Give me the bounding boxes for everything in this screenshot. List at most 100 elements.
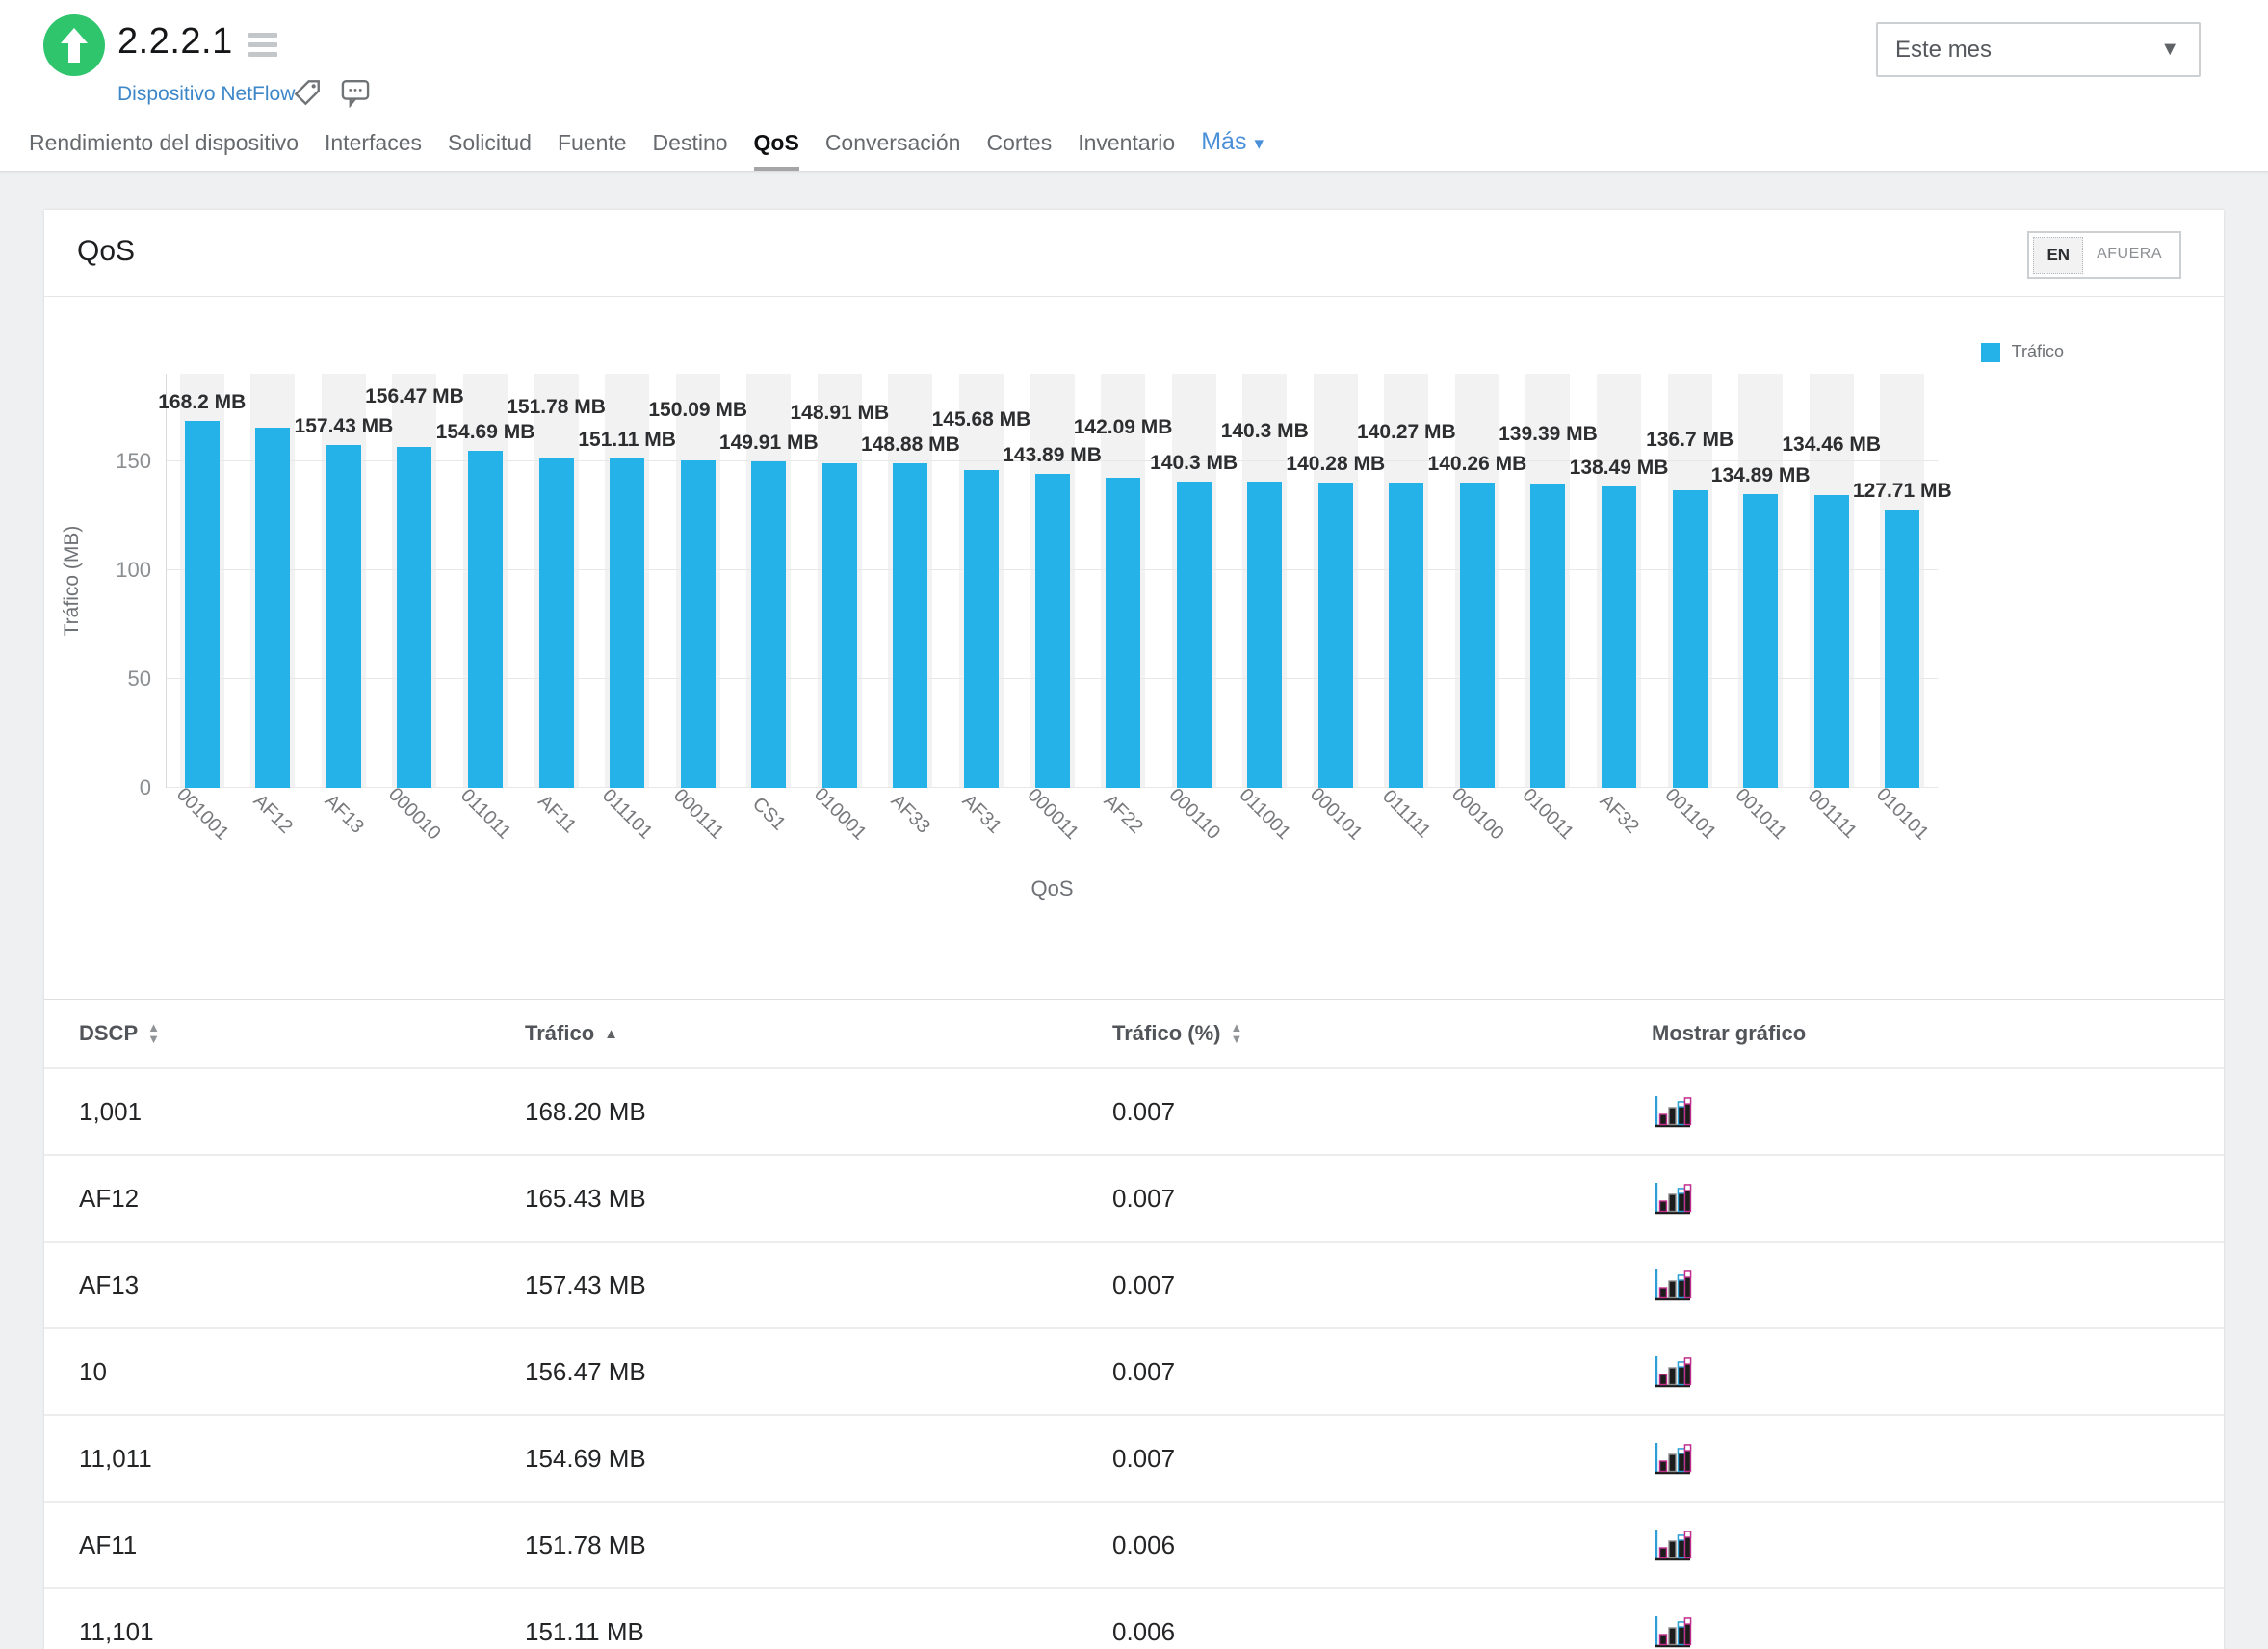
column-header-tr-fico[interactable]: Tráfico ▲ <box>525 1021 1112 1046</box>
tab-cortes[interactable]: Cortes <box>986 130 1052 171</box>
x-axis-tick-label: 001101 <box>1659 784 1719 844</box>
bar-chart-icon <box>1652 1441 1692 1476</box>
bar-af13[interactable] <box>326 445 361 788</box>
x-axis-tick-label: 000101 <box>1305 784 1366 845</box>
cell-trafico-pct: 0.007 <box>1112 1097 1652 1127</box>
chart-legend[interactable]: Tráfico <box>1981 342 2064 362</box>
bar-010011[interactable] <box>1530 484 1565 788</box>
bar-011111[interactable] <box>1389 483 1423 788</box>
bar-value-label: 139.39 MB <box>1499 423 1598 446</box>
cell-dscp: 11,011 <box>79 1444 525 1474</box>
show-graph-button[interactable] <box>1652 1094 2224 1129</box>
bar-chart-icon <box>1652 1528 1692 1562</box>
show-graph-button[interactable] <box>1652 1528 2224 1562</box>
bar-value-label: 156.47 MB <box>365 385 464 408</box>
panel-header: QoS EN AFUERA <box>44 210 2224 297</box>
sort-icon[interactable]: ▲▼ <box>147 1022 160 1045</box>
time-period-value: Este mes <box>1895 37 1992 64</box>
time-period-select[interactable]: Este mes ▼ <box>1876 22 2201 77</box>
bar-000110[interactable] <box>1177 482 1212 788</box>
x-axis-tick-label: 011111 <box>1378 786 1435 843</box>
tag-icon[interactable] <box>292 77 323 113</box>
bar-010101[interactable] <box>1885 510 1919 788</box>
bar-000100[interactable] <box>1460 483 1495 788</box>
column-header-label: Tráfico <box>525 1021 594 1046</box>
bar-value-label: 154.69 MB <box>436 421 535 444</box>
y-axis-tick-label: 50 <box>128 667 151 692</box>
bar-af32[interactable] <box>1602 486 1636 788</box>
device-type-link[interactable]: Dispositivo NetFlow <box>117 83 295 106</box>
bar-001011[interactable] <box>1743 494 1778 788</box>
show-graph-button[interactable] <box>1652 1614 2224 1649</box>
tab-fuente[interactable]: Fuente <box>558 130 627 171</box>
x-axis-tick-label: 010001 <box>809 784 870 845</box>
bar-slot-001111: 134.46 MB001111 <box>1796 374 1867 788</box>
bar-value-label: 142.09 MB <box>1074 416 1173 439</box>
panel-title: QoS <box>77 235 135 268</box>
bar-011011[interactable] <box>468 451 503 788</box>
column-header-dscp[interactable]: DSCP ▲▼ <box>79 1021 525 1046</box>
bar-value-label: 149.91 MB <box>719 432 819 455</box>
toggle-out-button[interactable]: AFUERA <box>2083 237 2176 274</box>
device-status-up-icon <box>43 14 105 76</box>
bar-cs1[interactable] <box>751 461 786 788</box>
bar-value-label: 134.89 MB <box>1711 464 1811 487</box>
x-axis-tick-label: 010011 <box>1518 784 1577 844</box>
bar-000111[interactable] <box>681 460 716 788</box>
x-axis-tick-label: 000111 <box>668 785 727 844</box>
bar-slot-011001: 140.3 MB011001 <box>1229 374 1300 788</box>
bar-000011[interactable] <box>1035 474 1070 788</box>
x-axis-tick-label: 011001 <box>1235 784 1294 844</box>
x-axis-tick-label: AF12 <box>248 790 297 838</box>
column-header-mostrar-gr-fico[interactable]: Mostrar gráfico <box>1652 1021 2224 1046</box>
toggle-in-button[interactable]: EN <box>2033 237 2083 274</box>
bar-af22[interactable] <box>1106 478 1140 788</box>
column-header-label: DSCP <box>79 1021 138 1046</box>
x-axis-tick-label: AF13 <box>320 790 368 838</box>
tab-conversaci-n[interactable]: Conversación <box>825 130 961 171</box>
bar-001101[interactable] <box>1673 490 1708 788</box>
tab-interfaces[interactable]: Interfaces <box>325 130 422 171</box>
show-graph-button[interactable] <box>1652 1268 2224 1302</box>
bar-001001[interactable] <box>185 421 220 788</box>
column-header-tr-fico[interactable]: Tráfico (%)▲▼ <box>1112 1021 1652 1046</box>
bar-001111[interactable] <box>1814 495 1849 788</box>
tab-rendimiento-del-dispositivo[interactable]: Rendimiento del dispositivo <box>29 130 299 171</box>
legend-swatch-trafico <box>1981 343 2000 362</box>
chevron-down-icon: ▾ <box>1254 134 1264 154</box>
bar-af11[interactable] <box>539 458 574 789</box>
tab-solicitud[interactable]: Solicitud <box>448 130 532 171</box>
bar-value-label: 143.89 MB <box>1003 444 1102 467</box>
bar-011001[interactable] <box>1247 482 1282 788</box>
tab-m-s[interactable]: Más▾ <box>1201 128 1264 171</box>
show-graph-button[interactable] <box>1652 1354 2224 1389</box>
bar-slot-011111: 140.27 MB011111 <box>1371 374 1443 788</box>
bar-slot-af33: 148.88 MBAF33 <box>875 374 947 788</box>
bar-000010[interactable] <box>397 447 431 788</box>
table-header-row: DSCP ▲▼ Tráfico ▲ Tráfico (%)▲▼Mostrar gráfi… <box>44 1000 2224 1067</box>
show-graph-button[interactable] <box>1652 1441 2224 1476</box>
device-menu-icon[interactable] <box>248 33 277 62</box>
bar-010001[interactable] <box>822 463 857 788</box>
table-row: AF11151.78 MB0.006 <box>44 1501 2224 1587</box>
tab-qos[interactable]: QoS <box>754 130 799 171</box>
tab-destino[interactable]: Destino <box>653 130 728 171</box>
bar-af12[interactable] <box>255 428 290 788</box>
bar-af33[interactable] <box>893 463 927 788</box>
show-graph-button[interactable] <box>1652 1181 2224 1216</box>
bar-value-label: 145.68 MB <box>932 408 1031 432</box>
bar-011101[interactable] <box>610 458 644 788</box>
cell-dscp: 11,101 <box>79 1617 525 1647</box>
legend-label: Tráfico <box>2012 342 2064 362</box>
chevron-down-icon: ▼ <box>2160 39 2179 61</box>
x-axis-tick-label: 001111 <box>1803 785 1861 843</box>
x-axis-tick-label: 001011 <box>1731 784 1790 844</box>
bar-af31[interactable] <box>964 470 999 788</box>
sort-asc-icon[interactable]: ▲ <box>604 1026 618 1042</box>
page-title: 2.2.2.1 <box>117 21 233 63</box>
comment-icon[interactable] <box>339 77 372 113</box>
tab-inventario[interactable]: Inventario <box>1078 130 1175 171</box>
bar-000101[interactable] <box>1318 483 1353 788</box>
sort-icon[interactable]: ▲▼ <box>1230 1022 1242 1045</box>
x-axis-title: QoS <box>167 877 1938 902</box>
